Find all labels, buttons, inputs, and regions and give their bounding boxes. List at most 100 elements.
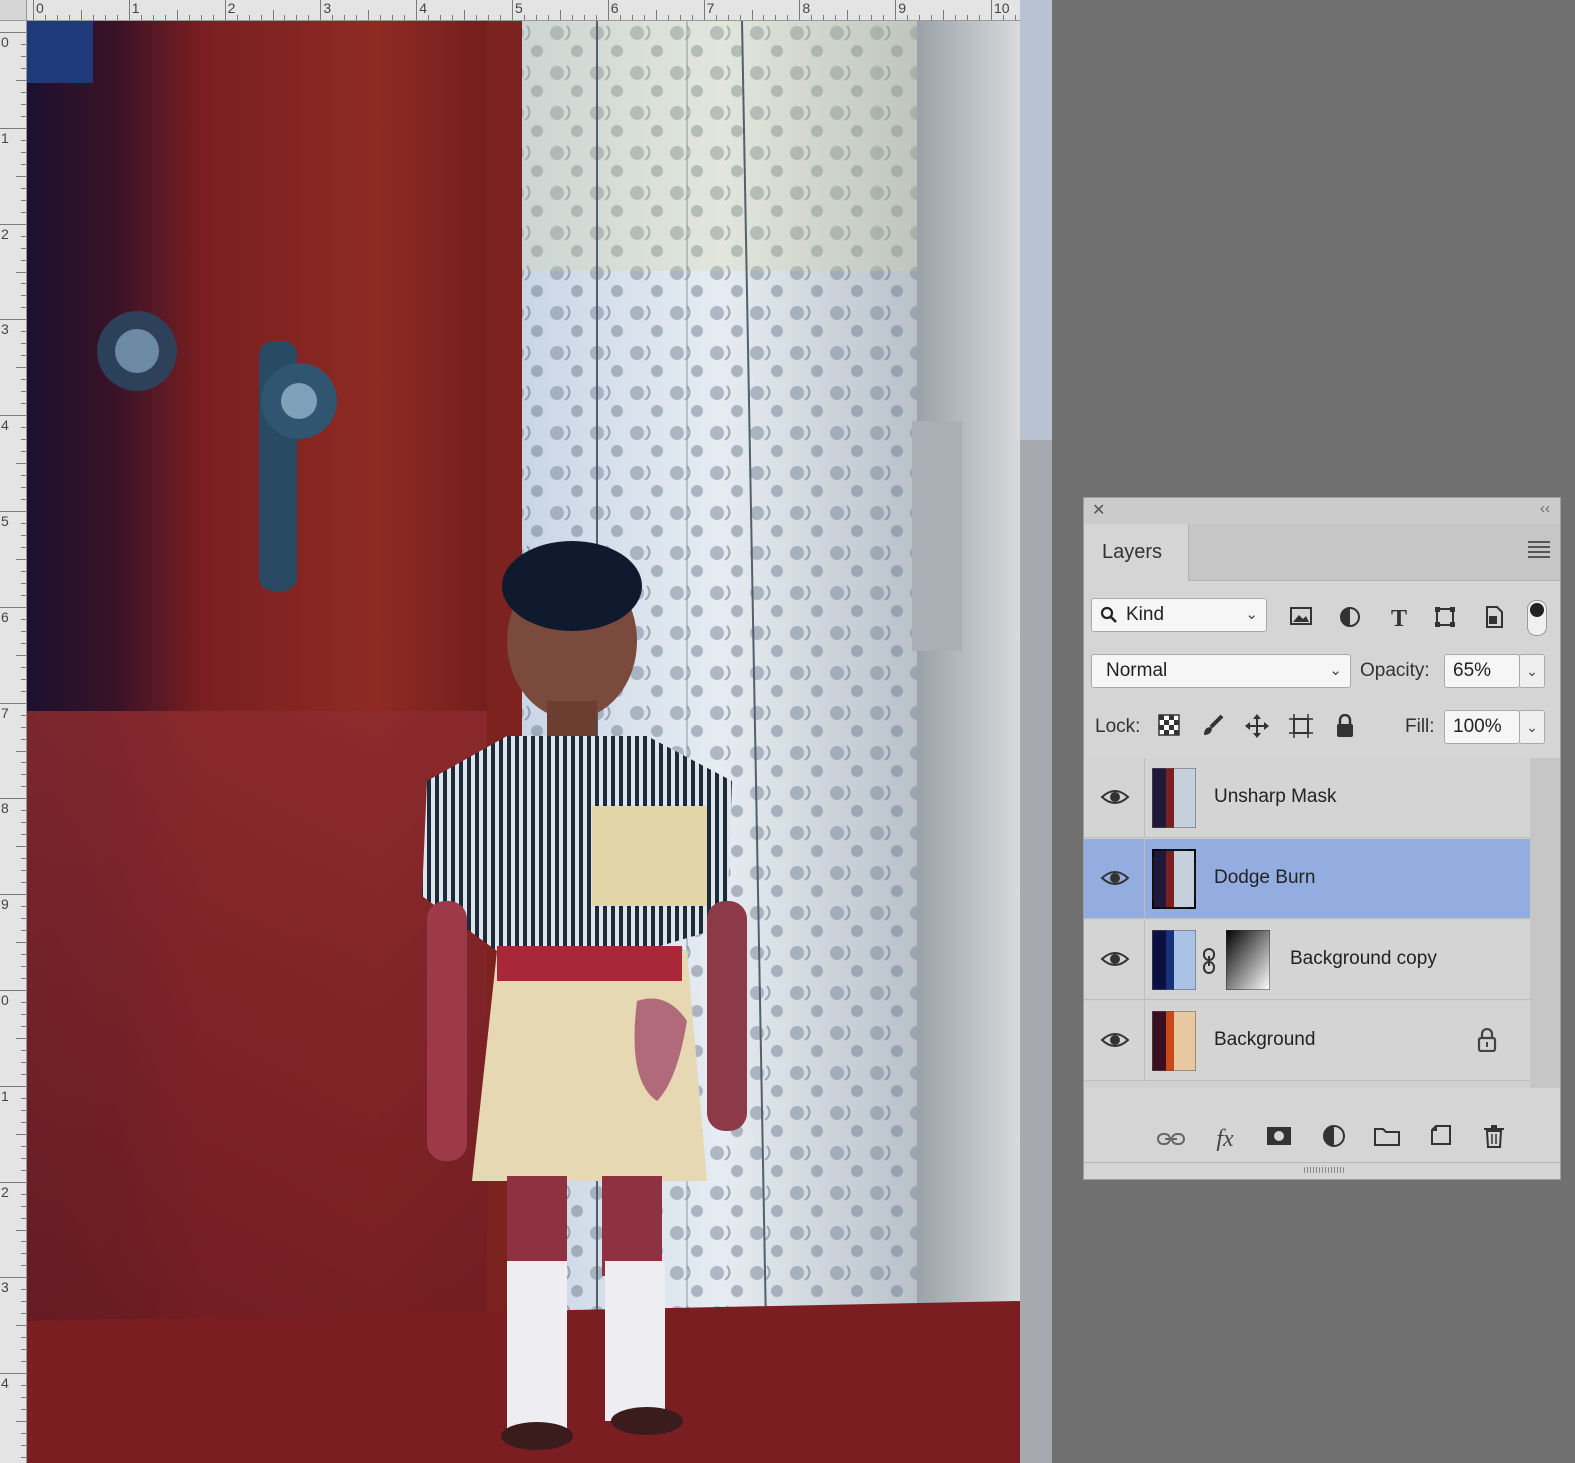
ruler-major-tick — [0, 798, 26, 800]
ruler-number: 2 — [1, 1183, 9, 1200]
ruler-minor-tick — [21, 858, 26, 860]
ruler-major-tick — [0, 32, 26, 33]
ruler-minor-tick — [21, 451, 26, 453]
blend-mode-dropdown[interactable]: Normal ⌄ — [1091, 654, 1351, 688]
ruler-number: 4 — [1, 417, 9, 434]
ruler-minor-tick — [21, 714, 26, 716]
layer-mask-thumbnail[interactable] — [1226, 930, 1270, 990]
ruler-number: 6 — [610, 0, 619, 16]
add-mask-icon[interactable] — [1264, 1124, 1294, 1154]
filter-kind-label: Kind — [1126, 604, 1165, 625]
ruler-number: 4 — [1, 1375, 9, 1392]
ruler-minor-tick — [1014, 15, 1016, 20]
lock-position-icon[interactable] — [1244, 714, 1270, 740]
ruler-minor-tick — [92, 15, 94, 20]
eye-icon[interactable] — [1100, 867, 1130, 889]
ruler-minor-tick — [16, 175, 26, 177]
ruler-minor-tick — [16, 846, 26, 848]
trash-icon[interactable] — [1479, 1124, 1509, 1154]
lock-artboard-icon[interactable] — [1288, 714, 1314, 740]
eye-icon[interactable] — [1100, 1029, 1130, 1051]
fill-input[interactable]: 100% — [1444, 710, 1520, 744]
eye-icon[interactable] — [1100, 786, 1130, 808]
ruler-corner[interactable] — [0, 0, 27, 21]
ruler-major-tick — [512, 0, 513, 20]
layer-row-unsharp-mask[interactable]: Unsharp Mask — [1084, 758, 1530, 838]
ruler-minor-tick — [21, 1049, 26, 1051]
new-layer-icon[interactable] — [1426, 1124, 1456, 1154]
eye-separator — [1144, 920, 1145, 1000]
tab-layers[interactable]: Layers — [1084, 524, 1189, 581]
layer-list-scrollbar[interactable] — [1530, 758, 1560, 1088]
horizontal-ruler[interactable]: 0 1 2 3 4 5 6 7 8 9 10 — [0, 0, 1020, 21]
ruler-minor-tick — [21, 163, 26, 165]
ruler-number: 10 — [994, 0, 1010, 16]
lock-row: Lock: Fill: 100% ⌄ — [1084, 710, 1560, 750]
adjustment-layer-filter-icon[interactable] — [1337, 606, 1363, 632]
ruler-minor-tick — [21, 594, 26, 596]
fill-chevron-icon[interactable]: ⌄ — [1519, 710, 1545, 744]
ruler-minor-tick — [631, 15, 633, 20]
ruler-minor-tick — [21, 403, 26, 405]
search-icon — [1100, 599, 1118, 634]
opacity-chevron-icon[interactable]: ⌄ — [1519, 654, 1545, 688]
ruler-minor-tick — [16, 1421, 26, 1423]
new-group-folder-icon[interactable] — [1372, 1124, 1402, 1154]
close-icon[interactable]: ✕ — [1092, 500, 1105, 520]
layer-row-background[interactable]: Background — [1084, 1001, 1530, 1081]
ruler-minor-tick — [356, 15, 358, 20]
ruler-minor-tick — [691, 15, 693, 20]
layer-row-background-copy[interactable]: Background copy — [1084, 920, 1530, 1000]
ruler-number: 3 — [1, 321, 9, 338]
pixel-layer-filter-icon[interactable] — [1288, 606, 1314, 632]
lock-image-pixels-icon[interactable] — [1200, 714, 1226, 740]
ruler-minor-tick — [21, 1337, 26, 1339]
document-canvas[interactable] — [27, 21, 1020, 1463]
filter-kind-dropdown[interactable]: Kind ⌄ — [1091, 598, 1267, 632]
link-chain-icon[interactable] — [1202, 948, 1216, 974]
opacity-label: Opacity: — [1360, 660, 1430, 681]
lock-all-icon[interactable] — [1332, 713, 1358, 740]
ruler-minor-tick — [21, 259, 26, 261]
lock-transparent-pixels-icon[interactable] — [1156, 714, 1182, 740]
ruler-minor-tick — [21, 930, 26, 932]
type-layer-filter-icon[interactable]: T — [1386, 606, 1412, 632]
collapse-icon[interactable]: ‹‹ — [1540, 500, 1550, 517]
ruler-minor-tick — [21, 1109, 26, 1111]
ruler-minor-tick — [967, 15, 969, 20]
panel-menu-icon[interactable] — [1528, 538, 1550, 561]
ruler-minor-tick — [16, 1133, 26, 1135]
ruler-minor-tick — [21, 139, 26, 141]
shape-layer-filter-icon[interactable] — [1432, 606, 1458, 632]
ruler-minor-tick — [21, 786, 26, 788]
smart-object-filter-icon[interactable] — [1481, 606, 1507, 632]
vertical-ruler[interactable]: 0 1 2 3 4 5 6 7 8 9 0 1 2 3 4 — [0, 20, 27, 1463]
ruler-minor-tick — [583, 15, 585, 20]
chevron-down-icon: ⌄ — [1329, 662, 1342, 679]
eye-icon[interactable] — [1100, 948, 1130, 970]
ruler-minor-tick — [116, 15, 118, 20]
fx-layer-style-icon[interactable]: fx — [1210, 1124, 1240, 1154]
layer-row-dodge-burn[interactable]: Dodge Burn — [1084, 839, 1530, 919]
ruler-minor-tick — [21, 918, 26, 920]
ruler-minor-tick — [643, 15, 645, 20]
ruler-minor-tick — [332, 15, 334, 20]
lock-icon[interactable] — [1477, 1028, 1497, 1052]
ruler-minor-tick — [188, 15, 190, 20]
panel-resize-grip[interactable] — [1084, 1162, 1560, 1180]
ruler-minor-tick — [21, 1433, 26, 1435]
ruler-minor-tick — [80, 10, 82, 20]
link-layers-icon[interactable] — [1156, 1124, 1186, 1154]
ruler-minor-tick — [21, 726, 26, 728]
new-adjustment-layer-icon[interactable] — [1319, 1124, 1349, 1154]
ruler-minor-tick — [344, 15, 346, 20]
panel-tab-bar: Layers — [1084, 524, 1560, 581]
opacity-input[interactable]: 65% — [1444, 654, 1520, 688]
ruler-minor-tick — [21, 1445, 26, 1447]
ruler-minor-tick — [21, 55, 26, 57]
eye-separator — [1144, 1001, 1145, 1081]
canvas-scroll-thumb[interactable] — [1020, 0, 1052, 440]
ruler-minor-tick — [787, 15, 789, 20]
panel-title-bar[interactable]: ✕ ‹‹ — [1084, 498, 1560, 525]
filter-toggle-switch[interactable] — [1527, 600, 1547, 636]
